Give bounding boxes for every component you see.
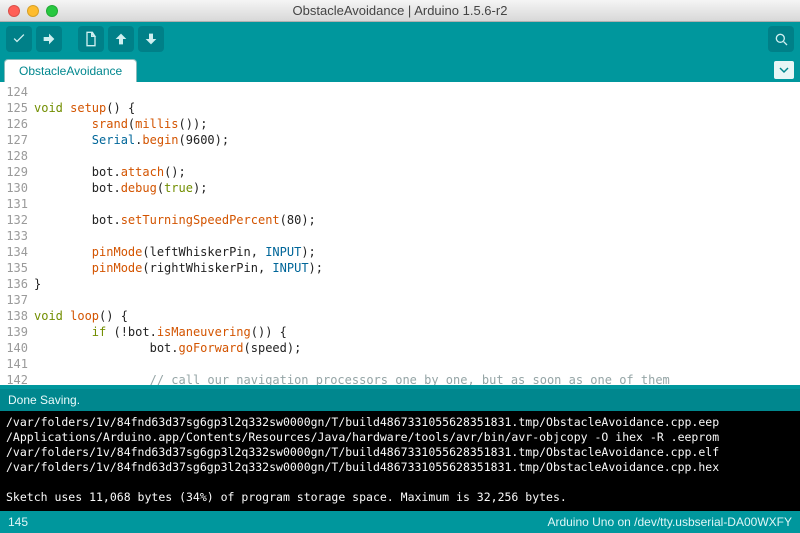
code-area[interactable]: void setup() { srand(millis()); Serial.b…: [34, 82, 800, 385]
code-editor[interactable]: 124 125 126 127 128 129 130 131 132 133 …: [0, 82, 800, 389]
tab-active[interactable]: ObstacleAvoidance: [4, 59, 137, 82]
verify-button[interactable]: [6, 26, 32, 52]
window-title: ObstacleAvoidance | Arduino 1.5.6-r2: [0, 3, 800, 18]
line-gutter: 124 125 126 127 128 129 130 131 132 133 …: [0, 82, 34, 385]
new-button[interactable]: [78, 26, 104, 52]
open-button[interactable]: [108, 26, 134, 52]
upload-button[interactable]: [36, 26, 62, 52]
status-bar: Done Saving.: [0, 389, 800, 411]
window-titlebar: ObstacleAvoidance | Arduino 1.5.6-r2: [0, 0, 800, 22]
status-message: Done Saving.: [8, 393, 80, 407]
toolbar: [0, 22, 800, 56]
console-output[interactable]: /var/folders/1v/84fnd63d37sg6gp3l2q332sw…: [0, 411, 800, 511]
footer-board-port: Arduino Uno on /dev/tty.usbserial-DA00WX…: [547, 515, 792, 529]
save-button[interactable]: [138, 26, 164, 52]
footer-line-number: 145: [8, 515, 28, 529]
tab-bar: ObstacleAvoidance: [0, 56, 800, 82]
tab-menu-button[interactable]: [774, 61, 794, 79]
serial-monitor-button[interactable]: [768, 26, 794, 52]
footer-bar: 145 Arduino Uno on /dev/tty.usbserial-DA…: [0, 511, 800, 533]
